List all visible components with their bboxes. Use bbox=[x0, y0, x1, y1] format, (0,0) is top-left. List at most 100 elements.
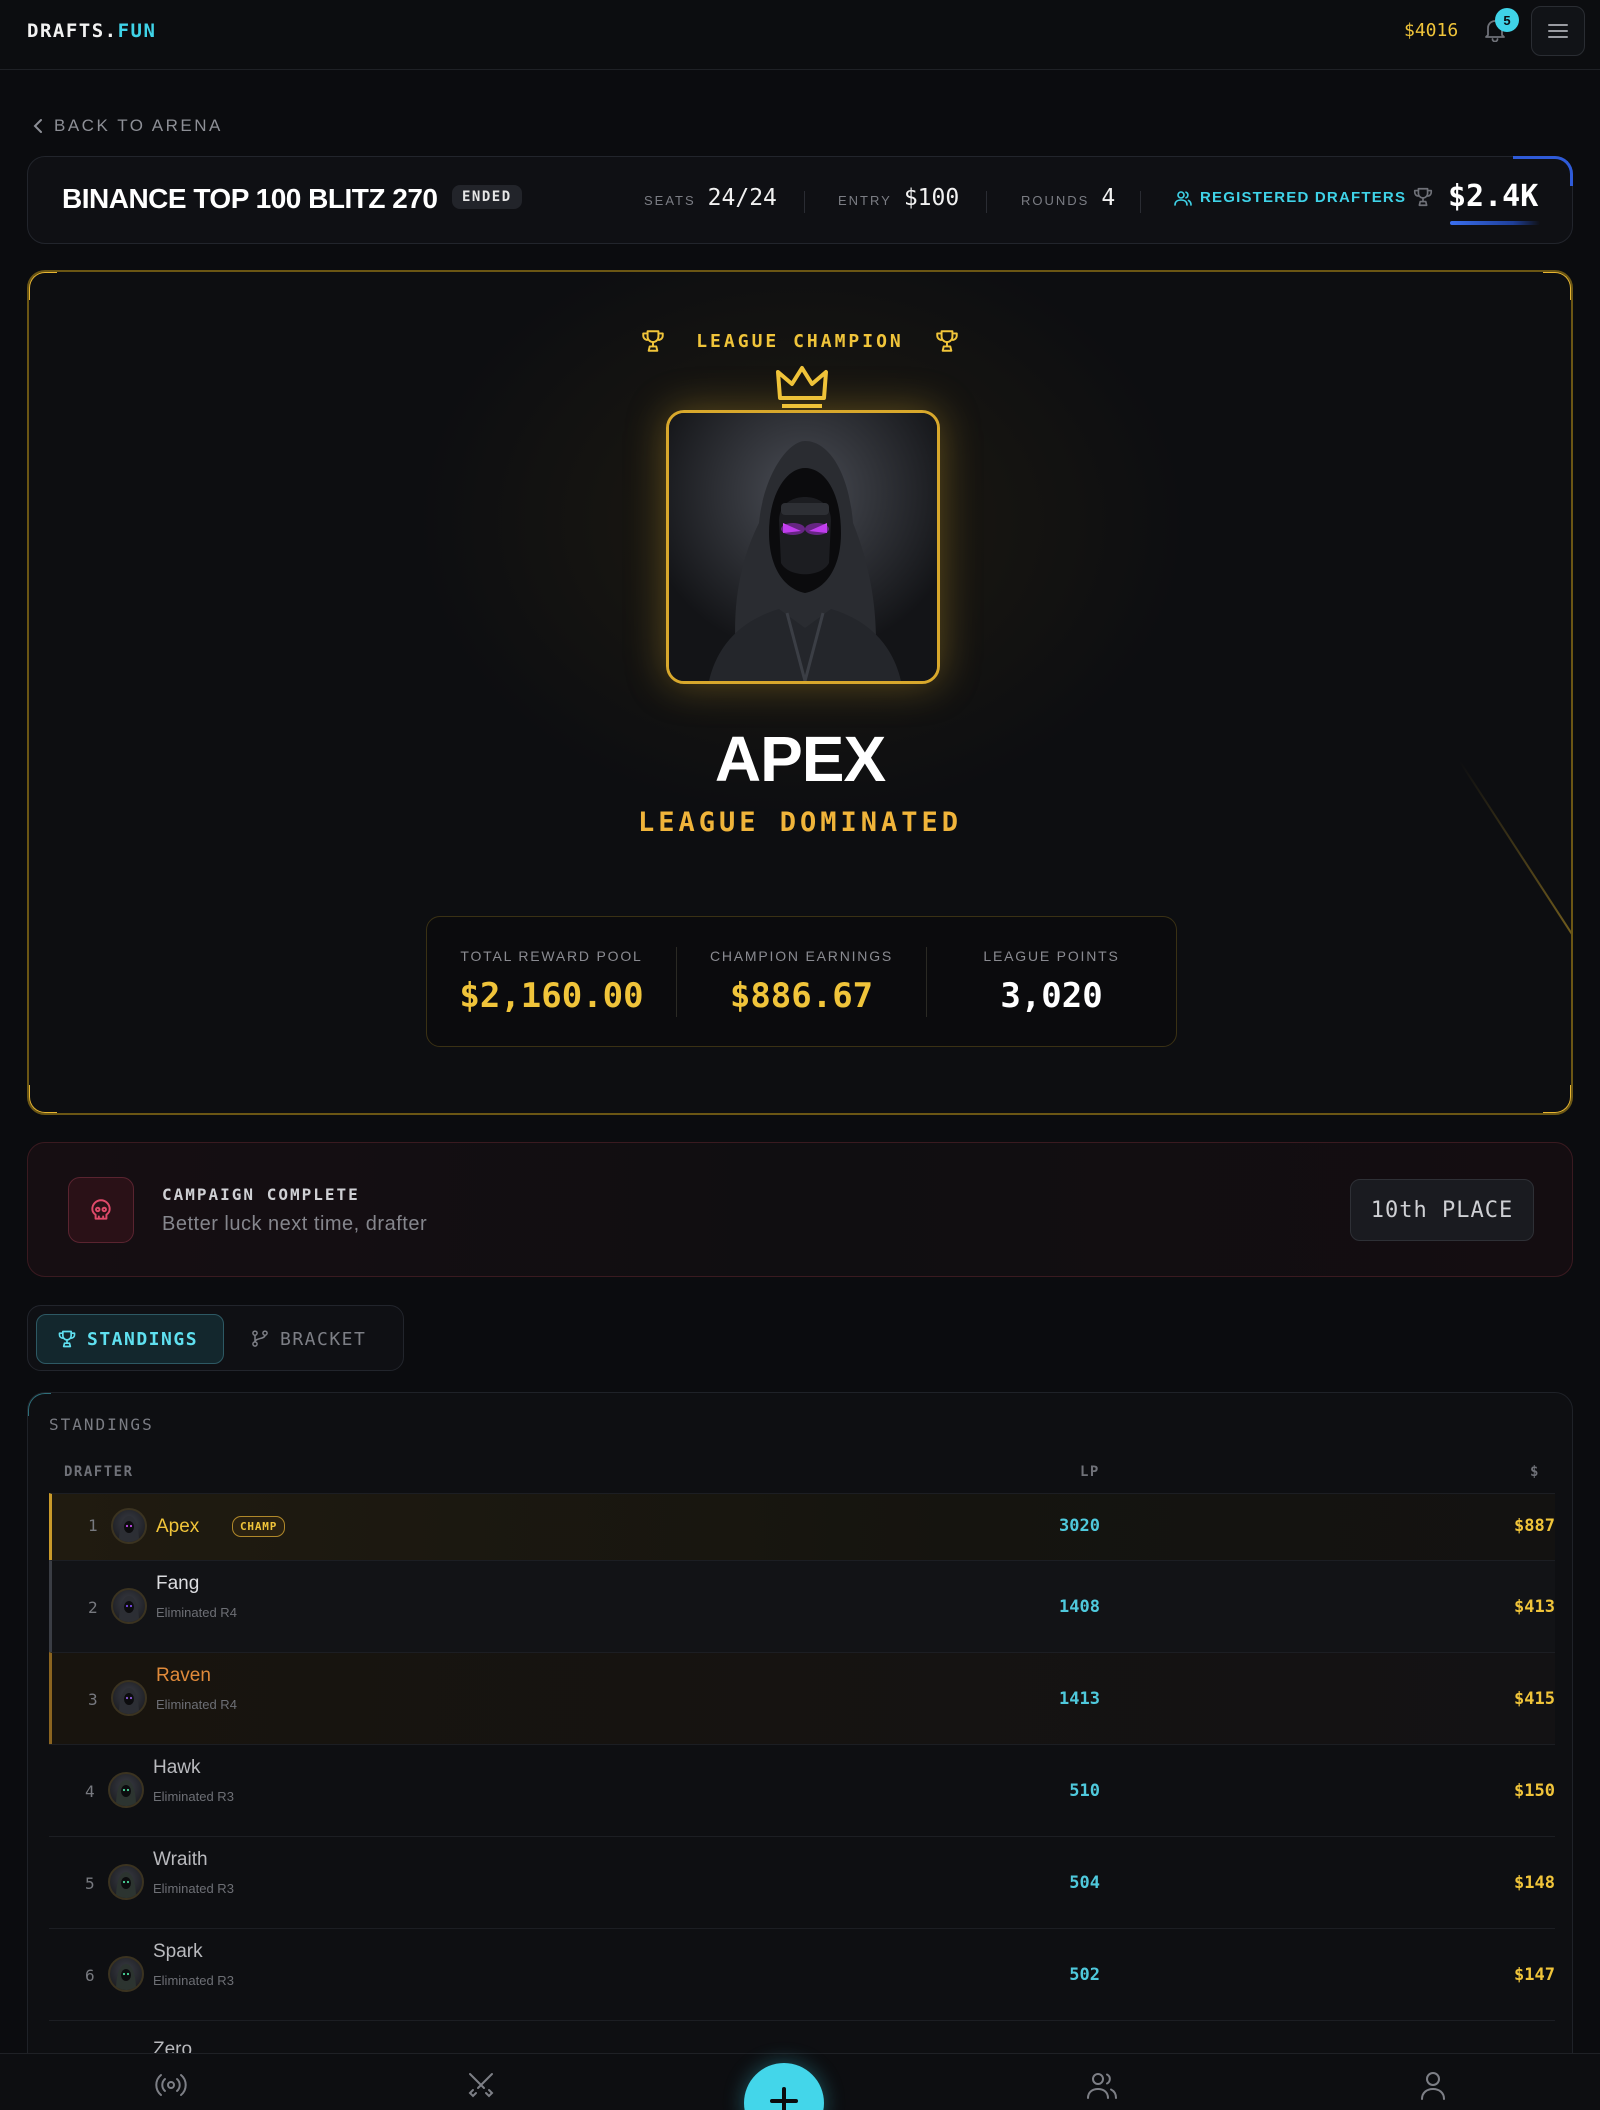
table-row[interactable]: 3 Raven Eliminated R4 1413 $415 bbox=[49, 1652, 1555, 1744]
league-champion-text: LEAGUE CHAMPION bbox=[696, 330, 904, 352]
hamburger-icon bbox=[1548, 24, 1568, 38]
column-header-drafter[interactable]: DRAFTER bbox=[64, 1464, 134, 1480]
back-label: BACK TO ARENA bbox=[54, 116, 223, 135]
league-points: LEAGUE POINTS 3,020 bbox=[927, 948, 1176, 1016]
standings-title: STANDINGS bbox=[49, 1415, 154, 1434]
notification-badge: 5 bbox=[1495, 8, 1519, 32]
prize-total: $2.4K bbox=[1412, 179, 1538, 214]
stat-label: TOTAL REWARD POOL bbox=[460, 947, 643, 964]
drafter-status: Eliminated R3 bbox=[153, 1881, 234, 1896]
drafter-name: Fang bbox=[156, 1573, 200, 1594]
battle-icon[interactable] bbox=[464, 2068, 498, 2102]
drafter-name: Apex bbox=[156, 1516, 200, 1537]
usd-value: $415 bbox=[1514, 1689, 1555, 1709]
drafter-status: Eliminated R3 bbox=[153, 1973, 234, 1988]
avatar bbox=[108, 1864, 144, 1900]
usd-value: $148 bbox=[1514, 1873, 1555, 1893]
stat-value: 3,020 bbox=[1000, 975, 1103, 1016]
skull-icon bbox=[68, 1177, 134, 1243]
logo-accent: FUN bbox=[117, 20, 157, 42]
table-row[interactable]: 4 Hawk Eliminated R3 510 $150 bbox=[49, 1744, 1555, 1836]
view-tabs: STANDINGS BRACKET bbox=[27, 1305, 404, 1371]
registered-drafters-label: REGISTERED DRAFTERS bbox=[1200, 189, 1407, 206]
corner-accent bbox=[29, 1085, 57, 1113]
drafter-name: Raven bbox=[156, 1665, 211, 1686]
back-to-arena-link[interactable]: BACK TO ARENA bbox=[32, 116, 223, 136]
standings-rows: 1 Apex CHAMP 3020 $887 2 Fang Eliminated… bbox=[49, 1493, 1555, 2110]
drafter-status: Eliminated R3 bbox=[153, 1789, 234, 1804]
champion-stats: TOTAL REWARD POOL $2,160.00 CHAMPION EAR… bbox=[426, 916, 1177, 1047]
trophy-icon bbox=[1413, 187, 1433, 206]
table-row[interactable]: 5 Wraith Eliminated R3 504 $148 bbox=[49, 1836, 1555, 1928]
drafter-status: Eliminated R4 bbox=[156, 1697, 237, 1712]
tab-standings[interactable]: STANDINGS bbox=[36, 1314, 224, 1364]
lp-value: 1413 bbox=[1059, 1689, 1100, 1709]
stat-value: $2,160.00 bbox=[459, 975, 644, 1016]
community-icon[interactable] bbox=[1085, 2068, 1119, 2102]
avatar bbox=[108, 1772, 144, 1808]
bracket-icon bbox=[252, 1330, 268, 1347]
avatar bbox=[108, 1956, 144, 1992]
usd-value: $887 bbox=[1514, 1516, 1555, 1536]
menu-button[interactable] bbox=[1531, 6, 1585, 56]
corner-accent bbox=[29, 272, 57, 300]
usd-value: $150 bbox=[1514, 1781, 1555, 1801]
rank: 1 bbox=[88, 1516, 98, 1535]
logo-main: DRAFTS. bbox=[27, 20, 118, 42]
profile-icon[interactable] bbox=[1416, 2068, 1450, 2102]
champion-avatar bbox=[666, 410, 940, 684]
drafter-name: Hawk bbox=[153, 1757, 201, 1778]
usd-value: $147 bbox=[1514, 1965, 1555, 1985]
lp-value: 502 bbox=[1069, 1965, 1100, 1985]
app-logo[interactable]: DRAFTS.FUN bbox=[27, 20, 156, 42]
rank: 3 bbox=[88, 1690, 98, 1709]
table-row[interactable]: 2 Fang Eliminated R4 1408 $413 bbox=[49, 1560, 1555, 1652]
seats-label: SEATS bbox=[644, 193, 696, 208]
prize-underline bbox=[1450, 221, 1540, 225]
divider bbox=[986, 191, 987, 213]
live-icon[interactable] bbox=[154, 2068, 188, 2102]
rank: 4 bbox=[85, 1782, 95, 1801]
corner-accent bbox=[28, 1393, 51, 1416]
corner-accent bbox=[1543, 272, 1571, 300]
avatar bbox=[111, 1588, 147, 1624]
league-champion-label: LEAGUE CHAMPION bbox=[29, 328, 1571, 354]
champ-badge: CHAMP bbox=[232, 1516, 286, 1537]
lp-value: 510 bbox=[1069, 1781, 1100, 1801]
campaign-title: CAMPAIGN COMPLETE bbox=[162, 1185, 360, 1204]
stat-label: LEAGUE POINTS bbox=[983, 947, 1120, 964]
rank: 2 bbox=[88, 1598, 98, 1617]
wallet-balance[interactable]: $4016 bbox=[1404, 20, 1458, 41]
campaign-subtitle: Better luck next time, drafter bbox=[162, 1213, 428, 1235]
drafter-name: Wraith bbox=[153, 1849, 208, 1870]
seats-stat: SEATS 24/24 bbox=[644, 185, 777, 211]
top-bar: DRAFTS.FUN $4016 5 bbox=[0, 0, 1600, 70]
drafter-name: Spark bbox=[153, 1941, 203, 1962]
column-header-usd[interactable]: $ bbox=[1530, 1464, 1540, 1480]
lp-value: 504 bbox=[1069, 1873, 1100, 1893]
champion-earnings: CHAMPION EARNINGS $886.67 bbox=[677, 948, 926, 1016]
avatar bbox=[111, 1508, 147, 1544]
champion-subtitle: LEAGUE DOMINATED bbox=[637, 807, 963, 838]
rounds-stat: ROUNDS 4 bbox=[1021, 185, 1115, 211]
final-place-badge: 10th PLACE bbox=[1350, 1179, 1534, 1241]
corner-accent bbox=[1543, 1085, 1571, 1113]
column-header-lp[interactable]: LP bbox=[1080, 1464, 1100, 1480]
plus-icon bbox=[770, 2087, 798, 2110]
rank: 6 bbox=[85, 1966, 95, 1985]
seats-value: 24/24 bbox=[707, 185, 777, 211]
avatar bbox=[111, 1680, 147, 1716]
status-badge: ENDED bbox=[452, 185, 522, 209]
tab-bracket[interactable]: BRACKET bbox=[250, 1314, 366, 1364]
table-row[interactable]: 1 Apex CHAMP 3020 $887 bbox=[49, 1493, 1555, 1560]
table-row[interactable]: 6 Spark Eliminated R3 502 $147 bbox=[49, 1928, 1555, 2020]
registered-drafters-link[interactable]: REGISTERED DRAFTERS bbox=[1174, 189, 1406, 206]
lp-value: 1408 bbox=[1059, 1597, 1100, 1617]
rank: 5 bbox=[85, 1874, 95, 1893]
usd-value: $413 bbox=[1514, 1597, 1555, 1617]
stat-value: $886.67 bbox=[729, 975, 874, 1016]
total-reward-pool: TOTAL REWARD POOL $2,160.00 bbox=[427, 948, 676, 1016]
chevron-left-icon bbox=[33, 119, 42, 133]
rounds-value: 4 bbox=[1101, 185, 1116, 211]
tab-label: BRACKET bbox=[280, 1328, 367, 1350]
